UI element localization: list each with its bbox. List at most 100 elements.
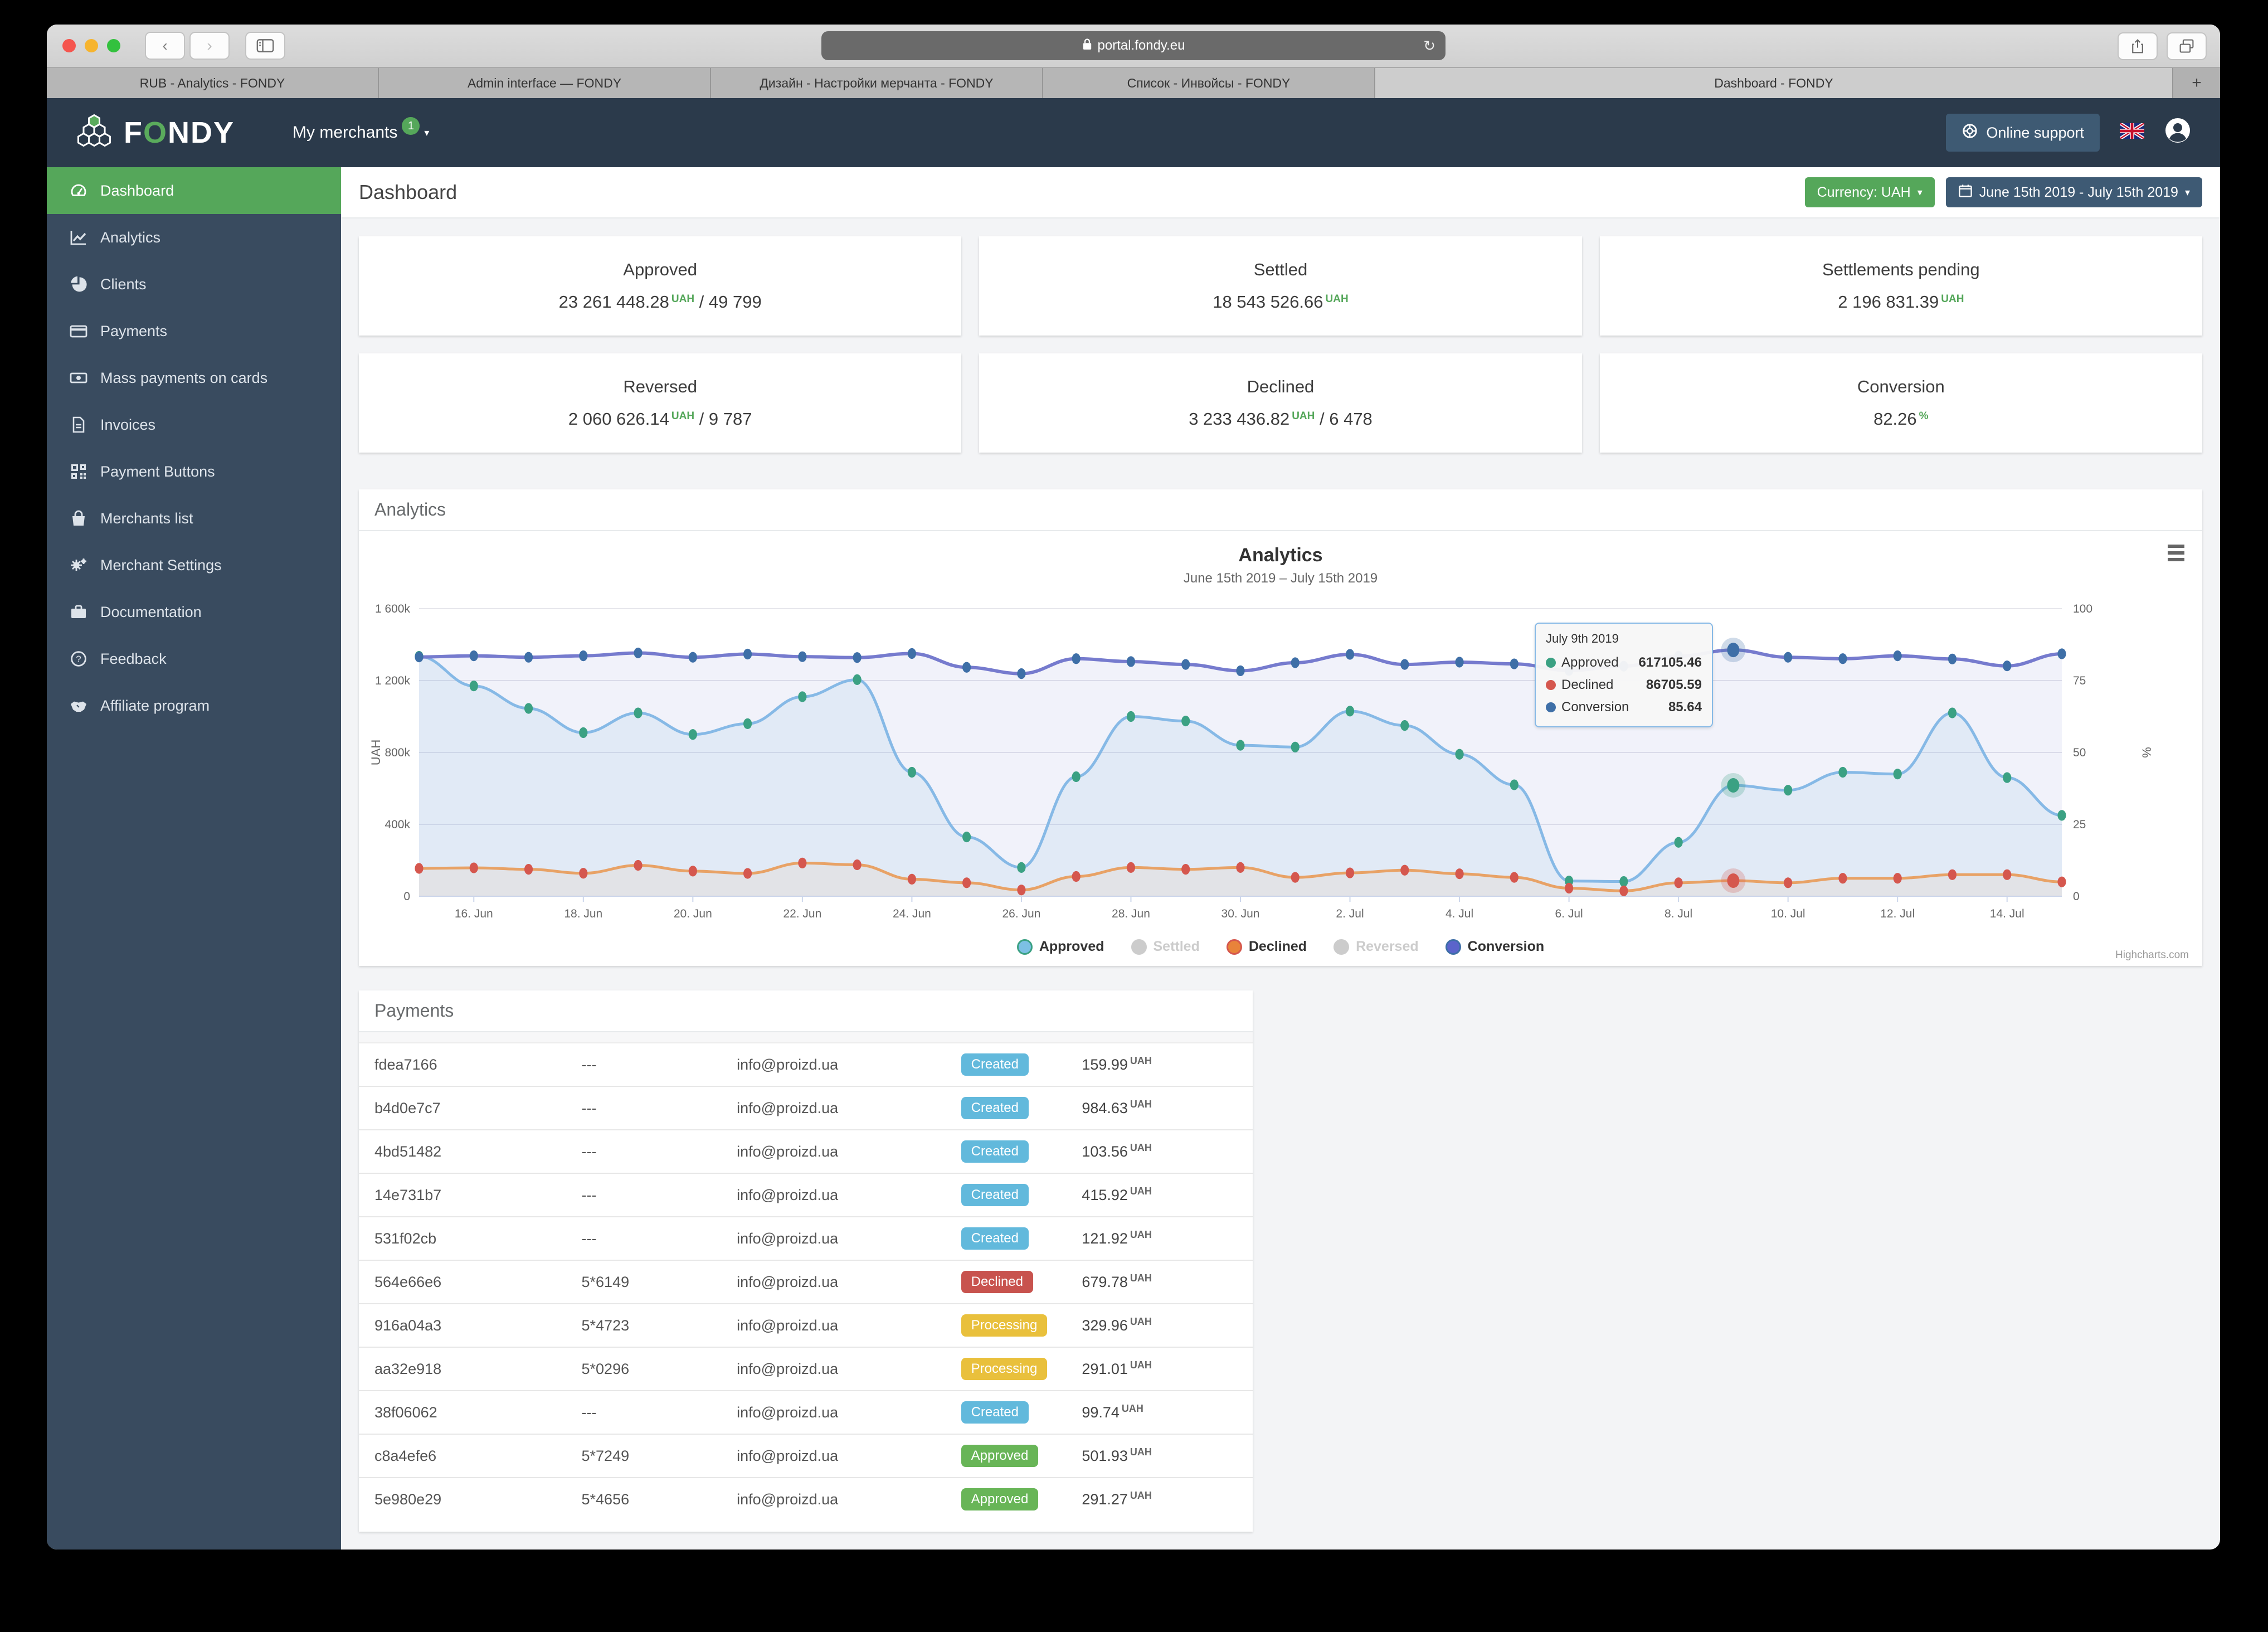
user-avatar[interactable] xyxy=(2164,117,2191,148)
payment-row[interactable]: b4d0e7c7 --- info@proizd.ua Created 984.63 UA… xyxy=(359,1086,1253,1129)
payment-row[interactable]: 564e66e6 5*6149 info@proizd.ua Declined 679.… xyxy=(359,1260,1253,1303)
chevron-down-icon: ▾ xyxy=(2184,186,2190,198)
sidebar-toggle-icon[interactable] xyxy=(245,32,285,60)
payment-amount: 501.93 UAH xyxy=(1082,1446,1152,1464)
sidebar-item-analytics[interactable]: Analytics xyxy=(47,214,341,261)
sidebar-item-invoices[interactable]: Invoices xyxy=(47,401,341,448)
payment-row[interactable]: 14e731b7 --- info@proizd.ua Created 415.92 UA… xyxy=(359,1173,1253,1216)
sidebar-item-mass-payments-on-cards[interactable]: Mass payments on cards xyxy=(47,354,341,401)
browser-window: ‹ › portal.fondy.eu ↻ RUB - Analytics - … xyxy=(47,25,2220,1550)
page-header: Dashboard Currency: UAH ▾ June 15th 2019… xyxy=(341,167,2220,218)
browser-tab[interactable]: Список - Инвойсы - FONDY xyxy=(1043,68,1375,98)
sidebar-item-label: Feedback xyxy=(100,650,167,667)
back-icon[interactable]: ‹ xyxy=(145,32,185,60)
sidebar-item-label: Mass payments on cards xyxy=(100,369,268,386)
reload-icon[interactable]: ↻ xyxy=(1423,37,1435,55)
svg-text:?: ? xyxy=(76,654,81,664)
question-circle-icon: ? xyxy=(69,649,88,668)
payment-card: --- xyxy=(581,1143,597,1160)
payment-amount: 291.01 UAH xyxy=(1082,1359,1152,1377)
legend-marker-icon xyxy=(1016,939,1033,955)
sidebar-item-label: Documentation xyxy=(100,603,202,620)
payment-amount: 121.92 UAH xyxy=(1082,1228,1152,1247)
minimize-window-button[interactable] xyxy=(85,39,98,52)
toolbar-right xyxy=(2118,32,2207,60)
legend-item-conversion[interactable]: Conversion xyxy=(1445,939,1544,955)
sidebar-item-documentation[interactable]: Documentation xyxy=(47,589,341,635)
payment-row[interactable]: fdea7166 --- info@proizd.ua Created 159.99 UA… xyxy=(359,1043,1253,1086)
navbar-right: Online support xyxy=(1946,114,2191,152)
legend-item-approved[interactable]: Approved xyxy=(1016,939,1104,955)
address-bar[interactable]: portal.fondy.eu ↻ xyxy=(821,31,1446,60)
sidebar-item-feedback[interactable]: ? Feedback xyxy=(47,635,341,682)
status-badge: Created xyxy=(961,1053,1029,1076)
stat-value: 2 196 831.39 UAH xyxy=(1838,292,1964,312)
browser-tab[interactable]: Admin interface — FONDY xyxy=(379,68,711,98)
lifebuoy-icon xyxy=(1962,123,1978,143)
svg-text:22. Jun: 22. Jun xyxy=(783,907,821,920)
main-area: Dashboard Currency: UAH ▾ June 15th 2019… xyxy=(341,167,2220,1550)
date-range-button[interactable]: June 15th 2019 - July 15th 2019 ▾ xyxy=(1945,177,2202,207)
chart-menu-icon[interactable] xyxy=(2168,545,2184,565)
online-support-button[interactable]: Online support xyxy=(1946,114,2100,152)
share-icon[interactable] xyxy=(2118,32,2158,60)
payment-row[interactable]: 531f02cb --- info@proizd.ua Created 121.92 UA… xyxy=(359,1216,1253,1260)
sidebar-item-label: Clients xyxy=(100,275,147,293)
screen: ‹ › portal.fondy.eu ↻ RUB - Analytics - … xyxy=(0,0,2268,1632)
fondy-logo[interactable]: FONDY xyxy=(76,113,235,152)
browser-tab[interactable]: Dashboard - FONDY xyxy=(1375,68,2173,98)
sidebar-item-merchants-list[interactable]: Merchants list xyxy=(47,495,341,542)
sidebar-item-dashboard[interactable]: Dashboard xyxy=(47,167,341,214)
svg-text:1 600k: 1 600k xyxy=(375,603,411,615)
my-merchants-dropdown[interactable]: My merchants 1 ▾ xyxy=(293,117,429,142)
sidebar-item-payment-buttons[interactable]: Payment Buttons xyxy=(47,448,341,495)
lock-icon xyxy=(1082,38,1092,54)
forward-icon[interactable]: › xyxy=(189,32,230,60)
status-badge: Created xyxy=(961,1401,1029,1424)
analytics-chart: Analytics June 15th 2019 – July 15th 201… xyxy=(359,531,2202,966)
close-window-button[interactable] xyxy=(62,39,76,52)
new-tab-button[interactable]: + xyxy=(2173,68,2220,98)
legend-item-declined[interactable]: Declined xyxy=(1226,939,1307,955)
tab-overview-icon[interactable] xyxy=(2167,32,2207,60)
payment-row[interactable]: 38f06062 --- info@proizd.ua Created 99.74 UAH xyxy=(359,1390,1253,1434)
legend-item-reversed[interactable]: Reversed xyxy=(1333,939,1419,955)
payment-email: info@proizd.ua xyxy=(737,1099,839,1116)
svg-text:26. Jun: 26. Jun xyxy=(1002,907,1040,920)
legend-label: Declined xyxy=(1248,939,1307,954)
browser-tab[interactable]: Дизайн - Настройки мерчанта - FONDY xyxy=(711,68,1043,98)
payment-row[interactable]: c8a4efe6 5*7249 info@proizd.ua Approved 501.… xyxy=(359,1434,1253,1477)
payment-id: 38f06062 xyxy=(374,1403,437,1421)
payment-card: 5*4723 xyxy=(581,1317,630,1334)
sidebar-item-affiliate-program[interactable]: Affiliate program xyxy=(47,682,341,729)
svg-text:14. Jul: 14. Jul xyxy=(1990,907,2024,920)
status-badge: Created xyxy=(961,1184,1029,1206)
payment-id: fdea7166 xyxy=(374,1056,437,1073)
currency-selector-button[interactable]: Currency: UAH ▾ xyxy=(1804,177,1935,207)
credit-card-icon xyxy=(69,322,88,341)
payment-email: info@proizd.ua xyxy=(737,1317,839,1334)
payment-row[interactable]: 4bd51482 --- info@proizd.ua Created 103.56 UA… xyxy=(359,1129,1253,1173)
payment-row[interactable]: aa32e918 5*0296 info@proizd.ua Processing 29… xyxy=(359,1347,1253,1390)
series-dot-icon xyxy=(1546,702,1556,712)
sidebar-item-merchant-settings[interactable]: Merchant Settings xyxy=(47,542,341,589)
chart-subtitle: June 15th 2019 – July 15th 2019 xyxy=(1183,571,1378,586)
sidebar-item-label: Merchant Settings xyxy=(100,556,222,574)
sidebar-item-payments[interactable]: Payments xyxy=(47,308,341,354)
browser-tab[interactable]: RUB - Analytics - FONDY xyxy=(47,68,379,98)
sidebar-item-clients[interactable]: Clients xyxy=(47,261,341,308)
payment-amount: 984.63 UAH xyxy=(1082,1098,1152,1116)
tooltip-row: Conversion 85.64 xyxy=(1546,696,1702,718)
maximize-window-button[interactable] xyxy=(107,39,120,52)
stat-card-settlements-pending: Settlements pending 2 196 831.39 UAH xyxy=(1599,236,2202,336)
chart-line-icon xyxy=(69,228,88,247)
payment-email: info@proizd.ua xyxy=(737,1143,839,1160)
payment-row[interactable]: 5e980e29 5*4656 info@proizd.ua Approved 291.… xyxy=(359,1477,1253,1521)
chart-title: Analytics xyxy=(1238,545,1323,566)
payments-table: fdea7166 --- info@proizd.ua Created 159.99 UA… xyxy=(359,1043,1253,1521)
language-flag-uk[interactable] xyxy=(2119,121,2145,143)
shopping-bag-icon xyxy=(69,509,88,528)
legend-item-settled[interactable]: Settled xyxy=(1131,939,1200,955)
payment-row[interactable]: 916a04a3 5*4723 info@proizd.ua Processing 32… xyxy=(359,1303,1253,1347)
file-icon xyxy=(69,415,88,434)
